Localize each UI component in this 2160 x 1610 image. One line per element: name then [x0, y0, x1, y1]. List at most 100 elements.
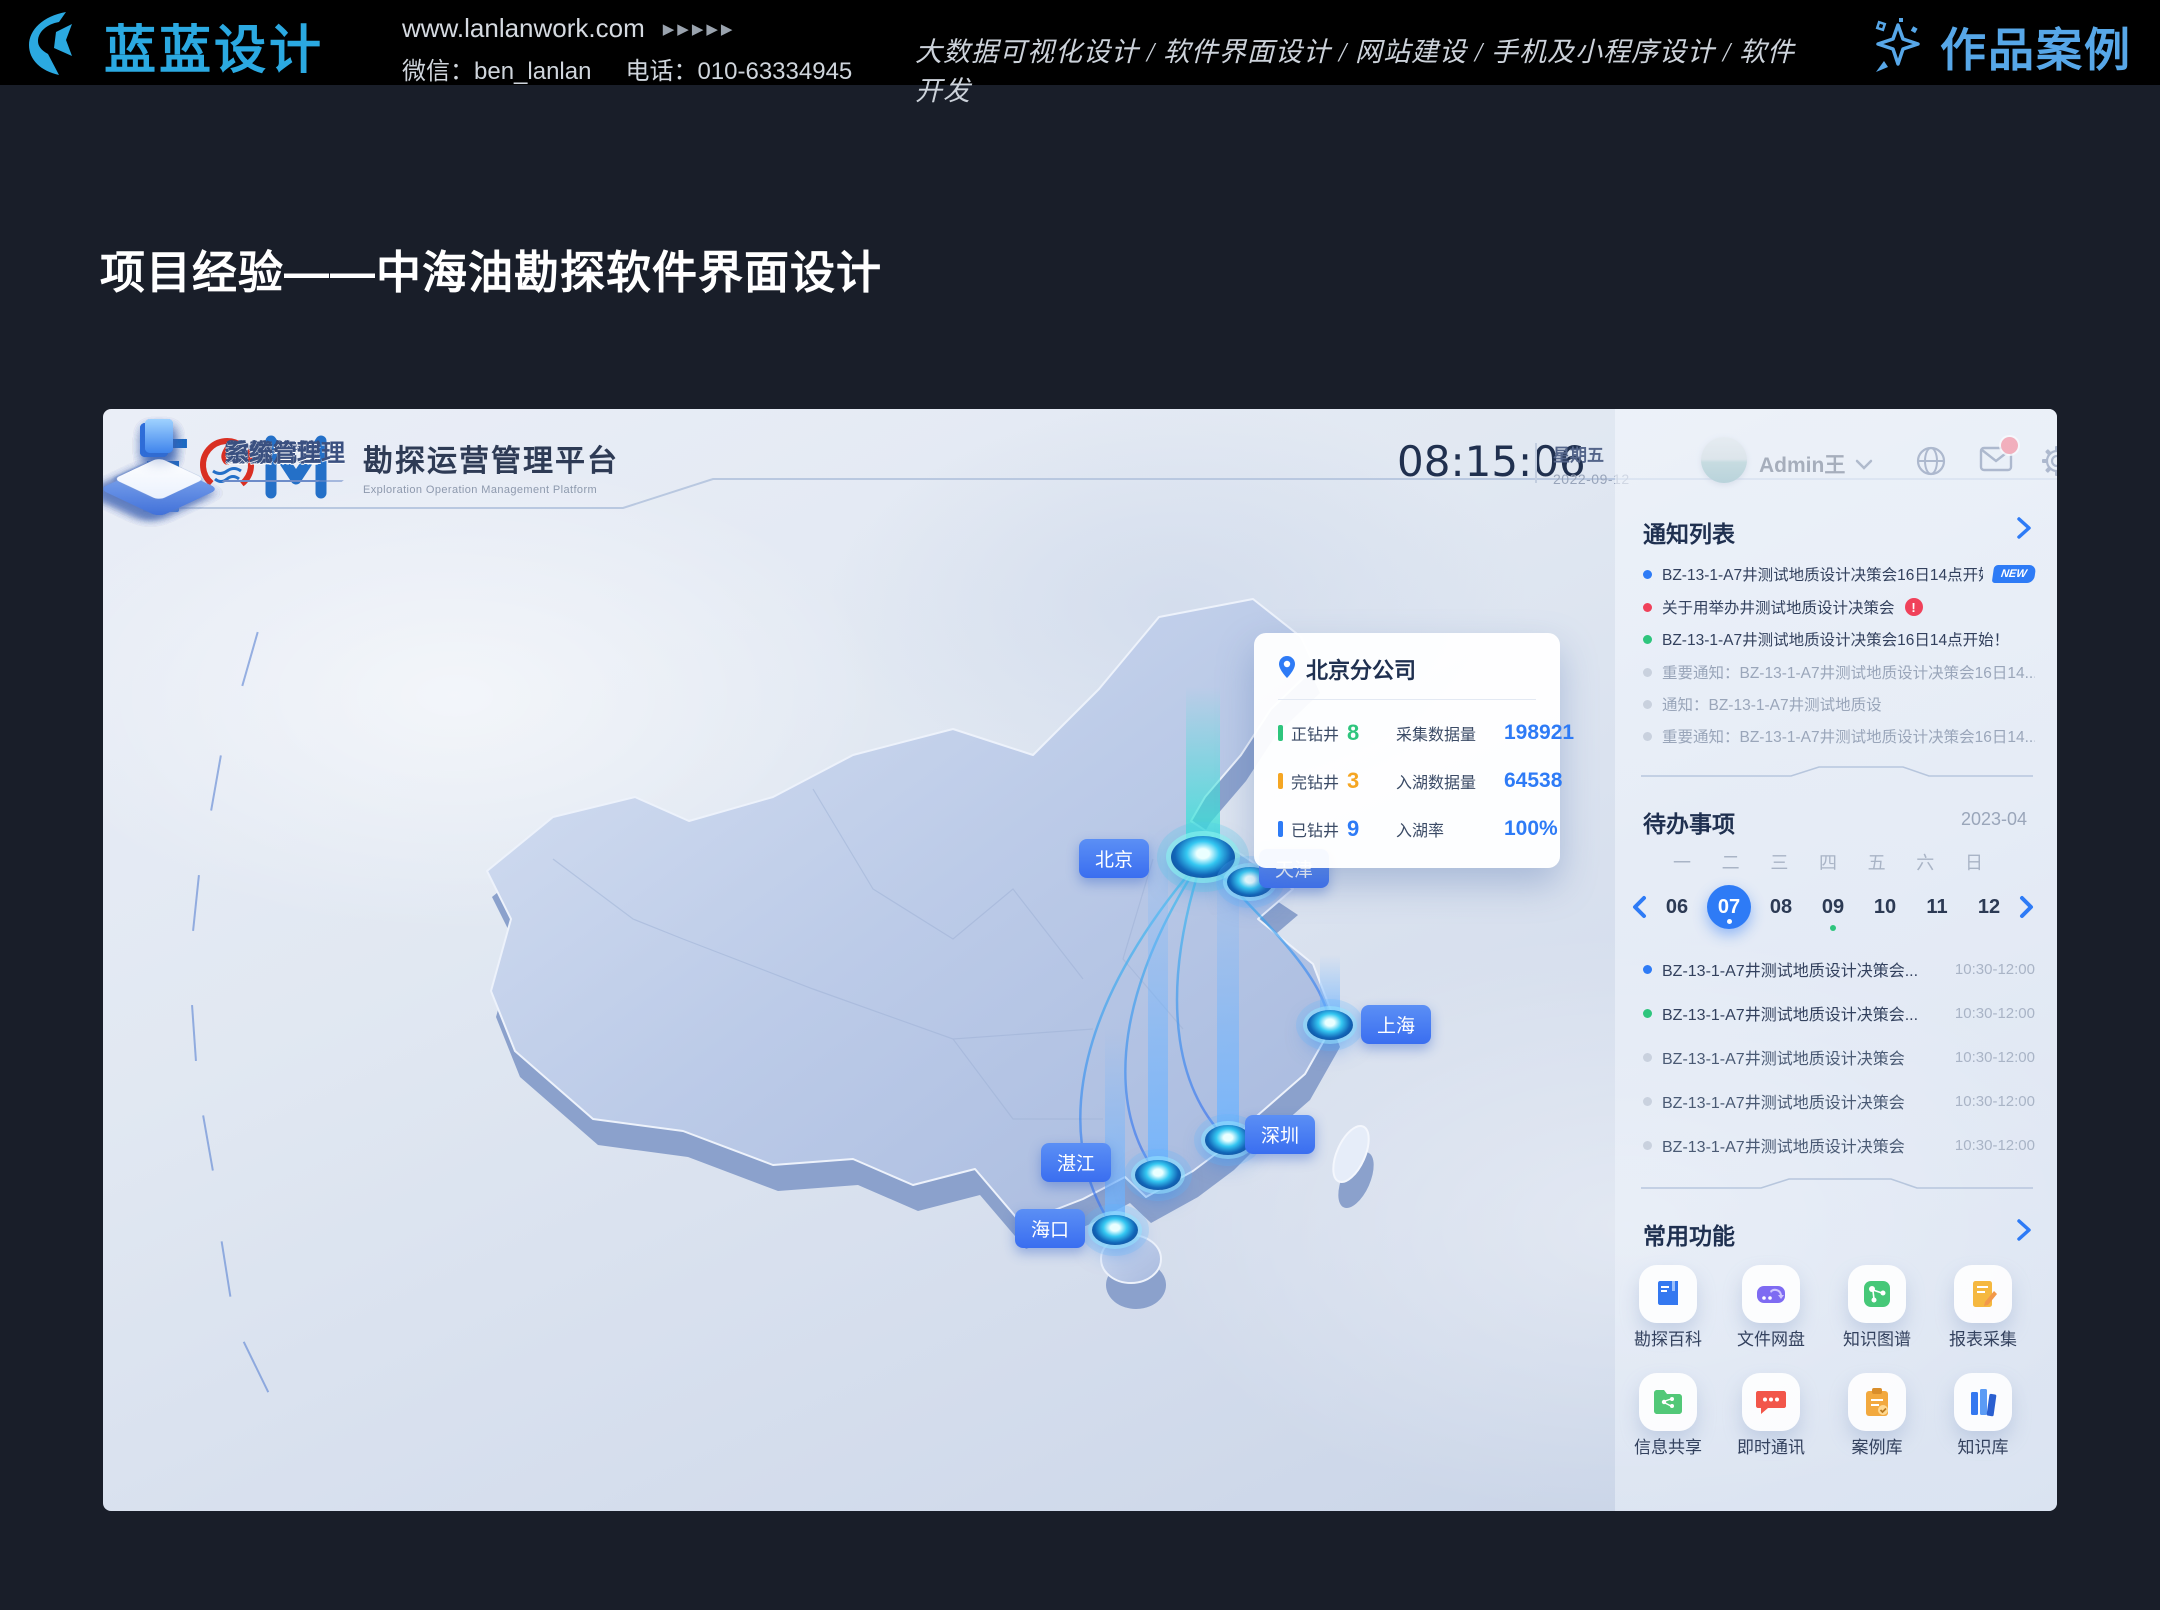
clock-separator	[1535, 443, 1537, 483]
graph-icon	[1861, 1278, 1893, 1310]
city-marker-haikou[interactable]	[1092, 1215, 1138, 1245]
func-info-sharing[interactable]	[1639, 1373, 1697, 1431]
func-case-library[interactable]	[1848, 1373, 1906, 1431]
page-title: 项目经验——中海油勘探软件界面设计	[100, 236, 882, 301]
location-pin-icon	[1278, 655, 1296, 684]
stat-bar	[1278, 821, 1283, 837]
notification-item[interactable]: BZ-13-1-A7井测试地质设计决策会16日14点开始 NEW	[1643, 561, 2035, 587]
beijing-beam	[1186, 667, 1220, 861]
portfolio-link[interactable]: 作品案例	[1872, 14, 2132, 80]
calendar-day[interactable]: 12	[1967, 885, 2011, 929]
status-dot	[1643, 1141, 1652, 1150]
status-dot	[1643, 603, 1652, 612]
report-icon	[1967, 1278, 1999, 1310]
stat-lake-rate: 入湖率 100%	[1396, 806, 1574, 852]
platform-name-en: Exploration Operation Management Platfor…	[363, 484, 619, 496]
calendar-prev-icon[interactable]	[1631, 895, 1647, 919]
branch-popup-card: 北京分公司 正钻井 8 采集数据量 198921 完钻井 3 入湖数据量 645…	[1254, 633, 1560, 868]
functions-title: 常用功能	[1643, 1217, 1735, 1251]
status-dot	[1643, 1009, 1652, 1018]
stat-drilling-finished: 完钻井 3	[1278, 758, 1396, 804]
section-divider	[1641, 765, 2033, 779]
zhanjiang-beam	[1148, 775, 1168, 1179]
status-dot	[1643, 668, 1652, 677]
todo-month: 2023-04	[1961, 809, 2027, 830]
todo-title: 待办事项	[1643, 805, 1735, 839]
func-report-collection[interactable]	[1954, 1265, 2012, 1323]
drive-icon	[1754, 1278, 1788, 1310]
func-knowledge-base[interactable]	[1954, 1373, 2012, 1431]
calendar-weekdays: 一 二 三 四 五 六 日	[1667, 849, 1989, 875]
status-dot	[1643, 700, 1652, 709]
nav-connector	[210, 755, 222, 810]
todo-item[interactable]: BZ-13-1-A7井测试地质设计决策会 10:30-12:00	[1643, 1087, 2035, 1115]
status-dot	[1643, 635, 1652, 644]
clipboard-icon	[1862, 1386, 1892, 1418]
platform-name: 勘探运营管理平台	[363, 436, 619, 480]
todo-item[interactable]: BZ-13-1-A7井测试地质设计决策会... 10:30-12:00	[1643, 999, 2035, 1027]
notifications-more-arrow-icon[interactable]	[2017, 517, 2031, 539]
notification-item[interactable]: 重要通知：BZ-13-1-A7井测试地质设计决策会16日14...	[1643, 723, 2035, 749]
top-bar: 蓝蓝设计 www.lanlanwork.com ▶▶▶▶▶ 微信：ben_lan…	[0, 0, 2160, 85]
portfolio-label: 作品案例	[1940, 14, 2132, 80]
notifications-title: 通知列表	[1643, 515, 1735, 549]
arrows-decoration: ▶▶▶▶▶	[663, 20, 736, 38]
brand-name: 蓝蓝设计	[104, 8, 324, 83]
alert-badge: !	[1905, 598, 1923, 616]
notification-item[interactable]: 重要通知：BZ-13-1-A7井测试地质设计决策会16日14...	[1643, 659, 2035, 685]
nav-connector	[202, 1115, 214, 1170]
todo-item[interactable]: BZ-13-1-A7井测试地质设计决策会 10:30-12:00	[1643, 1131, 2035, 1159]
city-marker-zhanjiang[interactable]	[1135, 1160, 1181, 1190]
website-url[interactable]: www.lanlanwork.com	[402, 13, 645, 44]
calendar-day[interactable]: 06	[1655, 885, 1699, 929]
todo-item[interactable]: BZ-13-1-A7井测试地质设计决策会 10:30-12:00	[1643, 1043, 2035, 1071]
stat-lake-data: 入湖数据量 64538	[1396, 758, 1574, 804]
app-screenshot: 勘探运营管理平台 Exploration Operation Managemen…	[103, 409, 2057, 1511]
contact-block: www.lanlanwork.com ▶▶▶▶▶ 微信：ben_lanlan 电…	[402, 13, 852, 86]
notification-item[interactable]: 通知：BZ-13-1-A7井测试地质设	[1643, 691, 2035, 717]
city-marker-beijing[interactable]	[1171, 836, 1235, 878]
calendar-day-selected[interactable]: 07	[1707, 885, 1751, 929]
func-file-drive[interactable]	[1742, 1265, 1800, 1323]
books-icon	[1967, 1386, 1999, 1418]
sidebar-item-system-management[interactable]: 系统管理	[103, 409, 321, 505]
calendar-day[interactable]: 08	[1759, 885, 1803, 929]
status-dot	[1643, 965, 1652, 974]
system-icon	[103, 409, 215, 505]
city-label-shanghai[interactable]: 上海	[1361, 1005, 1431, 1044]
city-label-shenzhen[interactable]: 深圳	[1245, 1115, 1315, 1154]
nav-connector	[191, 1005, 197, 1061]
city-label-beijing[interactable]: 北京	[1079, 839, 1149, 878]
stat-bar	[1278, 725, 1283, 741]
lanlan-logo[interactable]: 蓝蓝设计	[26, 8, 324, 83]
lanlan-logo-icon	[26, 10, 90, 81]
notification-item[interactable]: 关于用举办井测试地质设计决策会 !	[1643, 594, 2035, 620]
todo-item[interactable]: BZ-13-1-A7井测试地质设计决策会... 10:30-12:00	[1643, 955, 2035, 983]
magic-star-icon	[1872, 17, 1924, 78]
services-nav: 大数据可视化设计 / 软件界面设计 / 网站建设 / 手机及小程序设计 / 软件…	[915, 30, 1805, 108]
city-label-zhanjiang[interactable]: 湛江	[1041, 1143, 1111, 1182]
stat-drilling-active: 正钻井 8	[1278, 710, 1396, 756]
func-knowledge-graph[interactable]	[1848, 1265, 1906, 1323]
city-marker-shanghai[interactable]	[1307, 1010, 1353, 1040]
nav-connector	[192, 875, 200, 931]
notification-item[interactable]: BZ-13-1-A7井测试地质设计决策会16日14点开始！	[1643, 626, 2035, 652]
calendar-day[interactable]: 11	[1915, 885, 1959, 929]
phone-info: 电话：010-63334945	[625, 51, 852, 86]
stat-bar	[1278, 773, 1283, 789]
calendar-day[interactable]: 10	[1863, 885, 1907, 929]
right-panel: 通知列表 BZ-13-1-A7井测试地质设计决策会16日14点开始 NEW 关于…	[1615, 409, 2057, 1511]
stat-drilling-done: 已钻井 9	[1278, 806, 1396, 852]
stat-collected-data: 采集数据量 198921	[1396, 710, 1574, 756]
chat-icon	[1754, 1386, 1788, 1418]
status-dot	[1643, 570, 1652, 579]
calendar-next-icon[interactable]	[2019, 895, 2035, 919]
func-instant-messaging[interactable]	[1742, 1373, 1800, 1431]
status-dot	[1643, 1097, 1652, 1106]
status-dot	[1643, 1053, 1652, 1062]
status-dot	[1643, 732, 1652, 741]
city-label-haikou[interactable]: 海口	[1015, 1209, 1085, 1248]
func-exploration-wiki[interactable]	[1639, 1265, 1697, 1323]
functions-more-arrow-icon[interactable]	[2017, 1219, 2031, 1241]
calendar-day[interactable]: 09	[1811, 885, 1855, 929]
